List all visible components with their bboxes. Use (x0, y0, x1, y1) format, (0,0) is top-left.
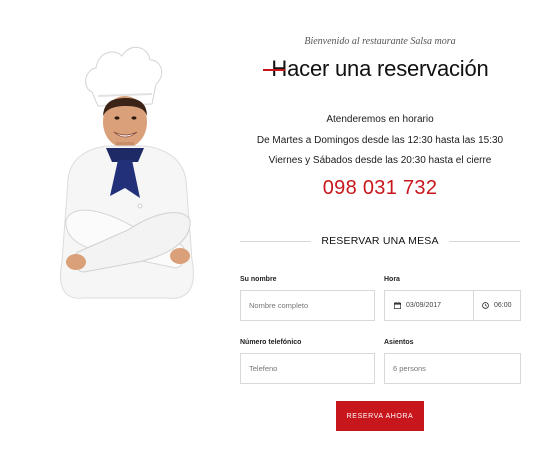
time-value: 06:00 (494, 302, 512, 309)
date-value: 03/09/2017 (406, 302, 442, 309)
clock-icon (482, 302, 489, 309)
hours-line: Viernes y Sábados desde las 20:30 hasta … (268, 155, 492, 166)
seats-field[interactable] (384, 353, 521, 384)
welcome-text: Bienvenido al restaurante Salsa mora (304, 36, 456, 47)
chef-image (60, 46, 194, 299)
time-label: Hora (384, 276, 400, 283)
seats-label: Asientos (384, 339, 414, 346)
title-accent-line (263, 69, 286, 71)
divider-line (240, 240, 312, 242)
name-label: Su nombre (240, 276, 277, 283)
date-time-picker[interactable]: 03/09/2017 06:00 (384, 290, 521, 321)
hours-line: De Martes a Domingos desde las 12:30 has… (256, 134, 504, 146)
time-picker[interactable]: 06:00 (474, 291, 520, 320)
page-title: Hacer una reservación (263, 56, 489, 82)
phone-label: Número telefónico (240, 339, 302, 346)
seats-input[interactable] (393, 364, 520, 373)
name-field[interactable] (240, 290, 375, 321)
divider-line (448, 240, 521, 242)
reservation-heading-text: RESERVAR UNA MESA (321, 235, 439, 247)
calendar-icon (394, 302, 401, 309)
phone-input[interactable] (249, 364, 374, 373)
hours-line: Atenderemos en horario (326, 114, 434, 125)
page-title-text: Hacer una reservación (271, 56, 489, 81)
phone-number[interactable]: 098 031 732 (240, 177, 520, 200)
phone-field[interactable] (240, 353, 375, 384)
name-input[interactable] (249, 301, 374, 310)
reservation-heading: RESERVAR UNA MESA (240, 235, 521, 247)
reserve-now-button[interactable]: RESERVA AHORA (336, 401, 424, 431)
date-picker[interactable]: 03/09/2017 (385, 291, 474, 320)
opening-hours: Atenderemos en horario De Martes a Domin… (240, 110, 520, 172)
